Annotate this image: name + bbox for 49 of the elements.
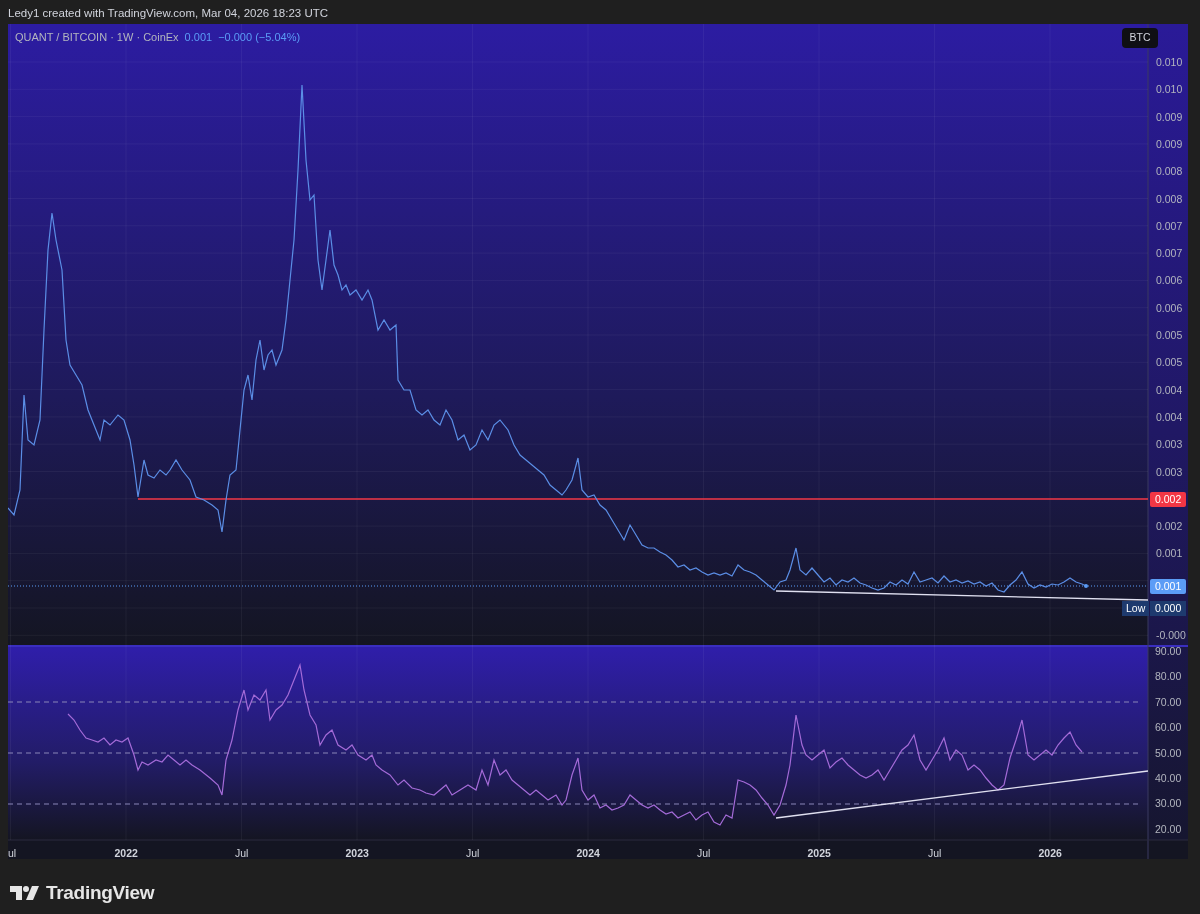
axis-label: Jul [235, 847, 249, 859]
price-tag: 0.000 [1150, 601, 1187, 616]
axis-label: 60.00 [1155, 721, 1182, 734]
currency-button[interactable]: BTC [1122, 28, 1158, 48]
attribution-text: Ledy1 created with TradingView.com, Mar 04, 2026 18:23 UTC [7, 6, 330, 21]
axis-label: 0.005 [1156, 356, 1183, 369]
axis-label: 40.00 [1155, 772, 1182, 784]
price-tag: 0.001 [1150, 579, 1187, 594]
axis-label: Jul [697, 847, 711, 859]
axis-label: 90.00 [1155, 645, 1182, 657]
axis-label: ul [8, 847, 17, 859]
logo-icon [10, 886, 40, 901]
axis-label: 2024 [576, 847, 600, 859]
low-label: Low [1122, 601, 1150, 616]
axis-label: 2026 [1038, 847, 1062, 859]
axis-label: 0.009 [1156, 110, 1183, 123]
axis-label: 0.008 [1156, 165, 1183, 178]
axis-label: 80.00 [1155, 670, 1182, 683]
axis-label: -0.000 [1156, 629, 1186, 642]
axis-label: 0.009 [1156, 137, 1183, 150]
axis-label: 0.003 [1156, 438, 1183, 451]
last-price-dot [1084, 584, 1088, 588]
axis-label: 0.006 [1156, 274, 1183, 287]
axis-label: 0.010 [1156, 56, 1183, 68]
axis-label: 0.001 [1156, 547, 1183, 560]
axis-label: 70.00 [1155, 695, 1182, 708]
axis-label: 0.005 [1156, 329, 1183, 341]
axis-label: 0.004 [1156, 410, 1183, 423]
axis-label: 2022 [114, 847, 138, 859]
axis-label: 0.006 [1156, 301, 1183, 314]
axis-label: Jul [466, 847, 480, 859]
axis-label: 50.00 [1155, 746, 1182, 759]
axis-label: 0.007 [1156, 247, 1183, 260]
axis-label: 30.00 [1155, 797, 1182, 810]
price-value: 0.001 [184, 30, 213, 45]
axis-label: 0.004 [1156, 383, 1183, 396]
axis-label: 0.003 [1156, 465, 1183, 478]
price-tag: 0.002 [1150, 492, 1187, 507]
logo-text: TradingView [46, 881, 155, 905]
axis-label: 0.007 [1156, 219, 1183, 232]
axis-label: 20.00 [1155, 822, 1182, 835]
axis-label: 2023 [345, 847, 369, 859]
axis-label: Jul [928, 847, 942, 859]
axis-label: 0.010 [1156, 83, 1183, 96]
axis-label: 0.008 [1156, 192, 1183, 205]
axis-label: 2025 [807, 847, 831, 859]
axis-label: 0.002 [1156, 520, 1183, 533]
price-change: −0.000 (−5.04%) [218, 30, 301, 45]
symbol-title: QUANT / BITCOIN · 1W · CoinEx [15, 30, 179, 45]
